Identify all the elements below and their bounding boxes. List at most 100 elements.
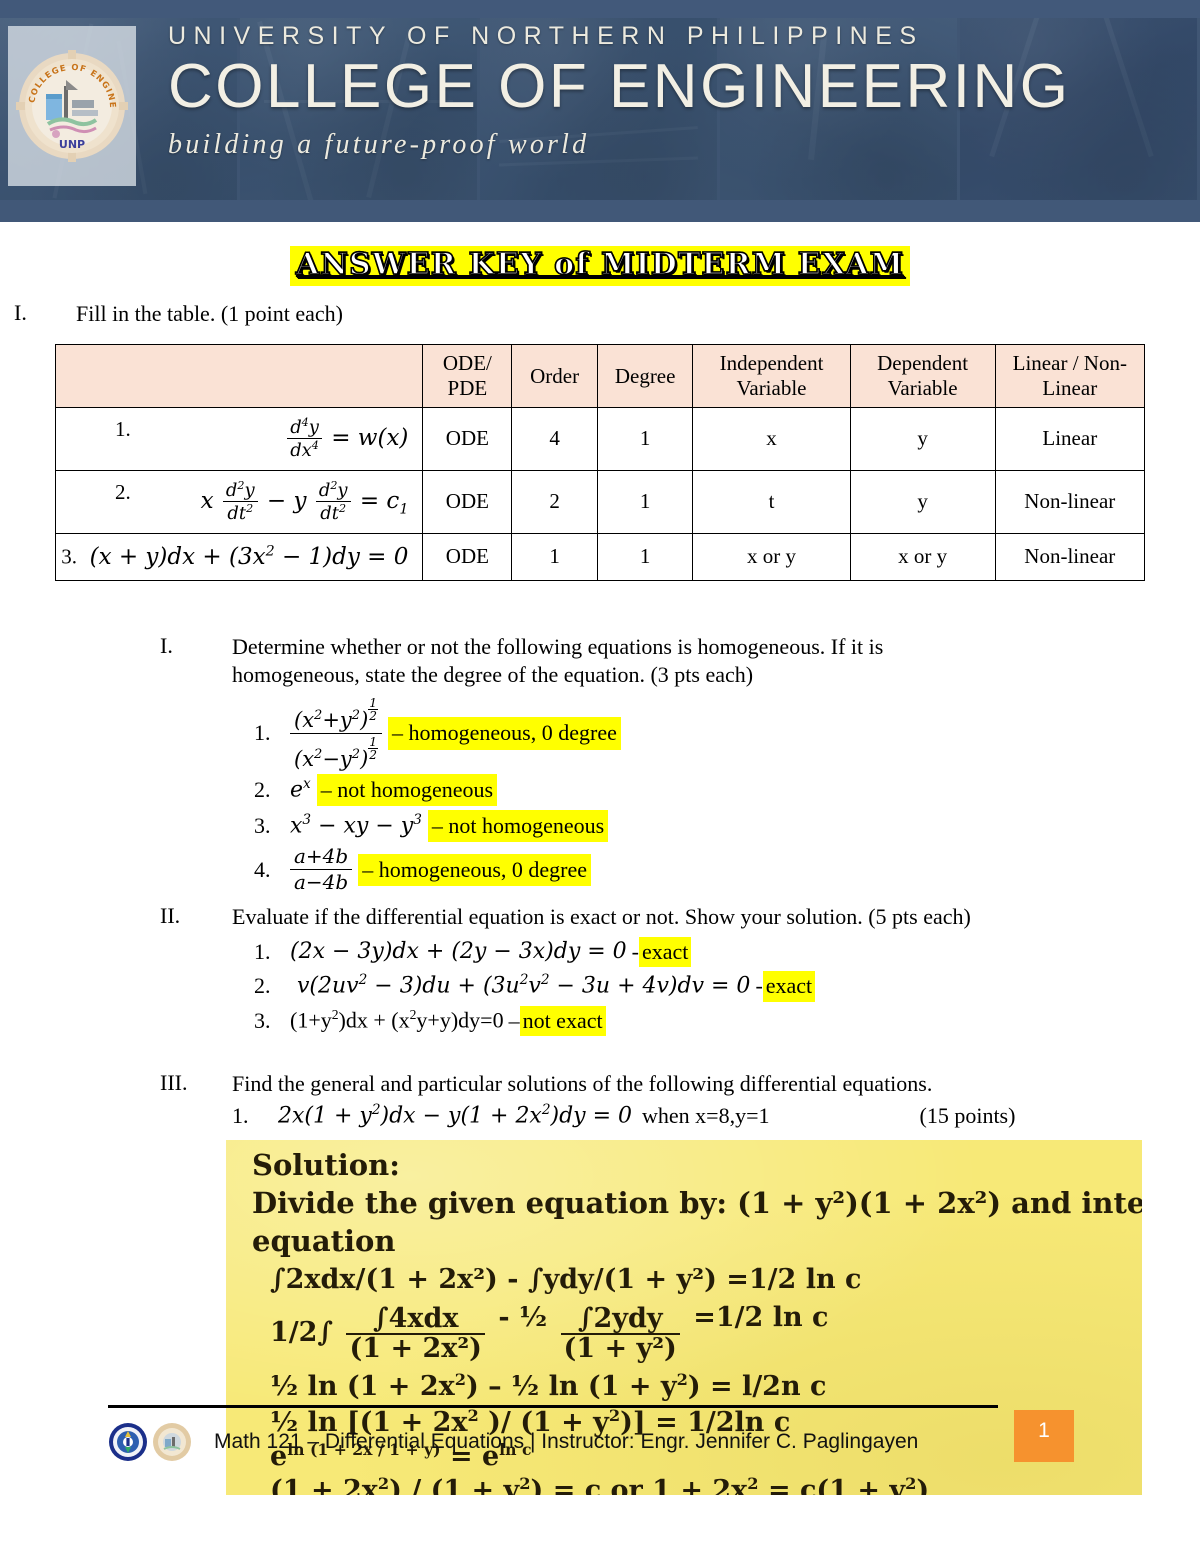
item-number: 3.: [254, 813, 271, 838]
section-2-instruction-line-1: Determine whether or not the following e…: [232, 633, 884, 659]
banner-university-line: UNIVERSITY OF NORTHERN PHILIPPINES: [168, 22, 924, 50]
header-banner: UNP COLLEGE OF ENGINEERING UNIVERSITY OF…: [0, 0, 1200, 222]
section-3-body: Evaluate if the differential equation is…: [232, 903, 1200, 1036]
item-answer: homogeneous, 0 degree: [408, 720, 617, 746]
table-row: 1. d4y dx4 = w(x) ODE 4 1 x y Linear: [54, 406, 1146, 471]
table-row: 2. x d2y dt2 − y d2y dt2 = c1 ODE 2 1 t y …: [54, 469, 1146, 534]
list-item: 3. (1+y2)dx + (x2y+y)dy=0 – not exact: [254, 1005, 1200, 1036]
cell-equation-2: 2. x d2y dt2 − y d2y dt2 = c1: [54, 469, 424, 534]
solution-step-2-composite: 1/2∫ ∫4xdx (1 + 2x²) - ½ ∫2ydy (1 + y²) …: [270, 1302, 828, 1362]
list-item: 2. v(2uv2 − 3)du + (3u2v2 − 3u + 4v)dv =…: [254, 971, 1200, 1002]
th-order: Order: [511, 344, 598, 408]
list-item: 2. ex – not homogeneous: [254, 773, 1200, 806]
cell-indep-1: x: [692, 406, 851, 471]
s2-right: =1/2 ln c: [693, 1302, 829, 1334]
section-general-solutions: III. Find the general and particular sol…: [0, 1070, 1200, 1131]
row-index-1: 1.: [115, 417, 131, 442]
exact-item-list: 1. (2x − 3y)dx + (2y − 3x)dy = 0 - exact…: [232, 937, 1200, 1036]
item-dash: –: [392, 720, 404, 746]
item-dash: -: [755, 973, 763, 999]
item-answer: homogeneous, 0 degree: [378, 856, 588, 882]
cell-equation-3: 3. (x + y)dx + (3x2 − 1)dy = 0: [54, 532, 424, 581]
item-number: 3.: [254, 1007, 271, 1033]
row-index-3: 3.: [61, 545, 78, 570]
item-number: 4.: [254, 856, 271, 882]
s2-num-right: ∫2ydy: [560, 1305, 680, 1335]
item-equation: (2x − 3y)dx + (2y − 3x)dy = 0: [290, 939, 627, 965]
solution-step-6: (1 + 2x2) / (1 + y2) = c or 1 + 2x2 = c(…: [270, 1474, 930, 1496]
solution-step-3: ½ ln (1 + 2x2) – ½ ln (1 + y2) = l/2n c: [270, 1370, 827, 1403]
section-1-numeral: I.: [14, 300, 27, 325]
solution-heading: Solution:: [252, 1148, 400, 1183]
section-fill-table: I. Fill in the table. (1 point each): [0, 300, 1200, 328]
section-4-numeral: III.: [160, 1069, 188, 1095]
item-expression: (x2+y2) 1 2 (x2−y2) 1 2: [290, 697, 383, 770]
page-title: ANSWER KEY of MIDTERM EXAM: [289, 246, 911, 286]
th-degree: Degree: [596, 344, 694, 408]
cell-degree-3: 1: [596, 532, 694, 581]
row-index-2: 2.: [115, 480, 131, 505]
s2-left-int: 1/2∫: [270, 1317, 334, 1349]
cell-odepde-2: ODE: [422, 469, 513, 534]
exam-title-text: ANSWER KEY of MIDTERM EXAM: [295, 246, 905, 283]
item-number: 2.: [254, 776, 271, 802]
section-2-body: Determine whether or not the following e…: [232, 633, 1200, 893]
section-3-numeral: II.: [160, 903, 181, 929]
item-answer: exact: [762, 971, 816, 1002]
footer-text: Math 121 – Differential Equations | Inst…: [214, 1430, 919, 1453]
cell-linearity-3: Non-linear: [994, 532, 1146, 581]
cell-degree-2: 1: [596, 469, 694, 534]
s2-frac-right: ∫2ydy (1 + y²): [560, 1305, 680, 1364]
cell-linearity-2: Non-linear: [994, 469, 1146, 534]
cell-odepde-1: ODE: [422, 406, 513, 471]
item-answer-highlight: – not homogeneous: [427, 810, 609, 843]
exam-title-wrap: ANSWER KEY of MIDTERM EXAM: [0, 246, 1200, 286]
item-dash: –: [362, 856, 374, 882]
footer-content: Math 121 – Differential Equations | Inst…: [108, 1413, 918, 1471]
th-ode-pde: ODE/ PDE: [422, 344, 513, 408]
college-seal-plate: UNP COLLEGE OF ENGINEERING: [8, 26, 136, 186]
cell-degree-1: 1: [596, 406, 694, 471]
item-expression: a+4b a−4b: [290, 846, 353, 893]
section-4-body: Find the general and particular solution…: [232, 1070, 1200, 1131]
cell-dep-2: y: [849, 469, 996, 534]
s2-den-left: (1 + 2x²): [349, 1332, 482, 1364]
item-dash: –: [508, 1007, 520, 1033]
section-homogeneous: I. Determine whether or not the followin…: [0, 633, 1200, 893]
th-equation: [54, 344, 424, 408]
item-dash: -: [631, 939, 639, 965]
cell-indep-2: t: [692, 469, 851, 534]
page-number-badge: 1: [1014, 1410, 1074, 1462]
item-answer: not exact: [519, 1005, 606, 1036]
item-number: 2.: [254, 973, 271, 999]
banner-bottom-edge: [0, 200, 1200, 222]
item-number: 1.: [232, 1103, 249, 1129]
item-answer-highlight: – homogeneous, 0 degree: [358, 853, 592, 886]
th-dependent-variable: Dependent Variable: [849, 344, 996, 408]
s2-minus-half: - ½: [498, 1302, 548, 1334]
s2-num-left: ∫4xdx: [346, 1305, 485, 1335]
item-answer: not homogeneous: [448, 813, 605, 838]
th-linearity: Linear / Non- Linear: [994, 344, 1146, 408]
s2-frac-left: ∫4xdx (1 + 2x²): [346, 1305, 485, 1364]
cell-equation-1: 1. d4y dx4 = w(x): [54, 406, 424, 471]
banner-top-edge: [0, 0, 1200, 18]
solution-divide-line-2: equation: [252, 1224, 396, 1259]
item-dash: –: [320, 776, 332, 802]
item-answer-highlight: – homogeneous, 0 degree: [388, 717, 621, 750]
s2-den-right: (1 + y²): [563, 1332, 677, 1364]
homogeneous-item-list: 1. (x2+y2) 1 2 (x2−y2) 1 2 – homogeneous, 0 …: [232, 697, 1200, 893]
section-4-problem-row: 1. 2x(1 + y2)dx − y(1 + 2x2)dy = 0 when …: [232, 1102, 1200, 1130]
solution-step-1: ∫2xdx/(1 + 2x²) - ∫ydy/(1 + y²) =1/2 ln …: [270, 1264, 862, 1296]
list-item: 3. x3 − xy − y3 – not homogeneous: [254, 810, 1200, 843]
cell-odepde-3: ODE: [422, 532, 513, 581]
list-item: 1. (2x − 3y)dx + (2y − 3x)dy = 0 - exact: [254, 937, 1200, 968]
cell-order-1: 4: [511, 406, 598, 471]
cell-dep-3: x or y: [849, 532, 996, 581]
banner-tagline: building a future-proof world: [168, 129, 590, 161]
item-number: 1.: [254, 939, 271, 965]
college-seal-footer-icon: [152, 1422, 192, 1462]
item-points: (15 points): [919, 1103, 1016, 1129]
item-number: 1.: [254, 720, 271, 746]
banner-text-block: UNIVERSITY OF NORTHERN PHILIPPINES COLLE…: [168, 22, 1188, 161]
